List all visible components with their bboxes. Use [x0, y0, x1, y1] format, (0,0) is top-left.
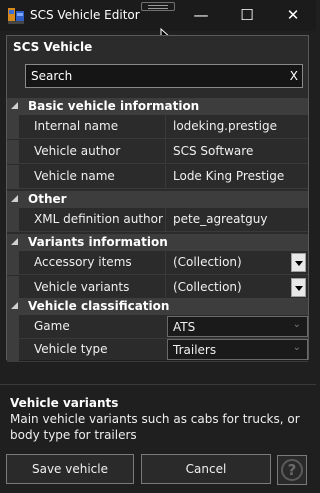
- property-row-vehicle-type[interactable]: Vehicle type Trailers ⌄: [7, 338, 308, 362]
- drag-grip-icon[interactable]: [141, 2, 175, 11]
- category-basic-vehicle-information[interactable]: Basic vehicle information: [7, 98, 308, 115]
- chevron-down-icon[interactable]: ⌄: [293, 319, 301, 330]
- property-value[interactable]: lodeking.prestige: [173, 119, 277, 133]
- chevron-down-icon[interactable]: ⌄: [293, 342, 301, 353]
- row-gutter: [7, 338, 19, 362]
- property-row-xml-definition-author[interactable]: XML definition author pete_agreatguy: [7, 208, 308, 232]
- property-grid: Basic vehicle information Internal name …: [7, 98, 308, 362]
- search-input[interactable]: Search X: [25, 64, 303, 88]
- property-name: Accessory items: [34, 255, 132, 269]
- category-variants-information[interactable]: Variants information: [7, 234, 308, 251]
- row-gutter: [7, 115, 19, 139]
- game-select-value: ATS: [173, 320, 196, 334]
- game-select[interactable]: ATS ⌄: [167, 316, 308, 337]
- title-bar[interactable]: SCS Vehicle Editor — ☐ ✕: [0, 0, 316, 31]
- window-title: SCS Vehicle Editor: [30, 8, 140, 22]
- column-divider: [165, 276, 166, 300]
- row-gutter: [7, 208, 19, 232]
- row-gutter: [7, 315, 19, 339]
- property-row-vehicle-variants[interactable]: Vehicle variants (Collection): [7, 276, 308, 300]
- panel-title: SCS Vehicle: [13, 40, 93, 54]
- column-divider: [165, 115, 166, 139]
- property-value[interactable]: Lode King Prestige: [173, 169, 284, 183]
- vehicle-type-select-value: Trailers: [173, 343, 217, 357]
- help-divider: [0, 384, 316, 385]
- property-row-vehicle-author[interactable]: Vehicle author SCS Software: [7, 140, 308, 164]
- property-name: Internal name: [34, 119, 119, 133]
- collection-dropdown-button[interactable]: [291, 278, 306, 297]
- search-clear-button[interactable]: X: [290, 69, 298, 83]
- collapse-triangle-icon[interactable]: [11, 238, 18, 245]
- category-label: Basic vehicle information: [28, 99, 200, 113]
- column-divider: [165, 208, 166, 232]
- category-other[interactable]: Other: [7, 191, 308, 208]
- minimize-button[interactable]: —: [178, 0, 224, 31]
- row-gutter: [7, 140, 19, 164]
- property-row-internal-name[interactable]: Internal name lodeking.prestige: [7, 115, 308, 139]
- property-row-vehicle-name[interactable]: Vehicle name Lode King Prestige: [7, 165, 308, 189]
- property-row-accessory-items[interactable]: Accessory items (Collection): [7, 251, 308, 275]
- property-name: Vehicle name: [34, 169, 115, 183]
- maximize-button[interactable]: ☐: [224, 0, 270, 31]
- help-description: Main vehicle variants such as cabs for t…: [10, 412, 300, 442]
- property-name: XML definition author: [34, 212, 163, 226]
- category-label: Other: [28, 192, 67, 206]
- help-title: Vehicle variants: [10, 396, 119, 410]
- column-divider: [165, 251, 166, 275]
- app-icon: [8, 8, 24, 24]
- category-label: Variants information: [28, 235, 168, 249]
- save-vehicle-button[interactable]: Save vehicle: [6, 454, 134, 484]
- category-vehicle-classification[interactable]: Vehicle classification: [7, 298, 308, 315]
- property-value[interactable]: pete_agreatguy: [173, 212, 268, 226]
- property-name: Vehicle author: [34, 144, 121, 158]
- category-label: Vehicle classification: [28, 299, 170, 313]
- property-name: Vehicle variants: [34, 280, 130, 294]
- property-value[interactable]: (Collection): [173, 280, 242, 294]
- collection-dropdown-button[interactable]: [291, 253, 306, 272]
- row-gutter: [7, 276, 19, 300]
- row-gutter: [7, 251, 19, 275]
- vehicle-type-select[interactable]: Trailers ⌄: [167, 339, 308, 360]
- property-value[interactable]: (Collection): [173, 255, 242, 269]
- column-divider: [165, 140, 166, 164]
- search-input-text: Search: [31, 69, 73, 83]
- help-button[interactable]: ?: [277, 455, 307, 485]
- collapse-triangle-icon[interactable]: [11, 195, 18, 202]
- collapse-triangle-icon[interactable]: [11, 302, 18, 309]
- property-name: Game: [34, 319, 70, 333]
- property-value[interactable]: SCS Software: [173, 144, 253, 158]
- property-row-game[interactable]: Game ATS ⌄: [7, 315, 308, 339]
- close-button[interactable]: ✕: [270, 0, 316, 31]
- property-name: Vehicle type: [34, 342, 108, 356]
- column-divider: [165, 165, 166, 189]
- cancel-button[interactable]: Cancel: [141, 454, 271, 484]
- row-gutter: [7, 165, 19, 189]
- question-mark-icon: ?: [281, 459, 303, 481]
- collapse-triangle-icon[interactable]: [11, 102, 18, 109]
